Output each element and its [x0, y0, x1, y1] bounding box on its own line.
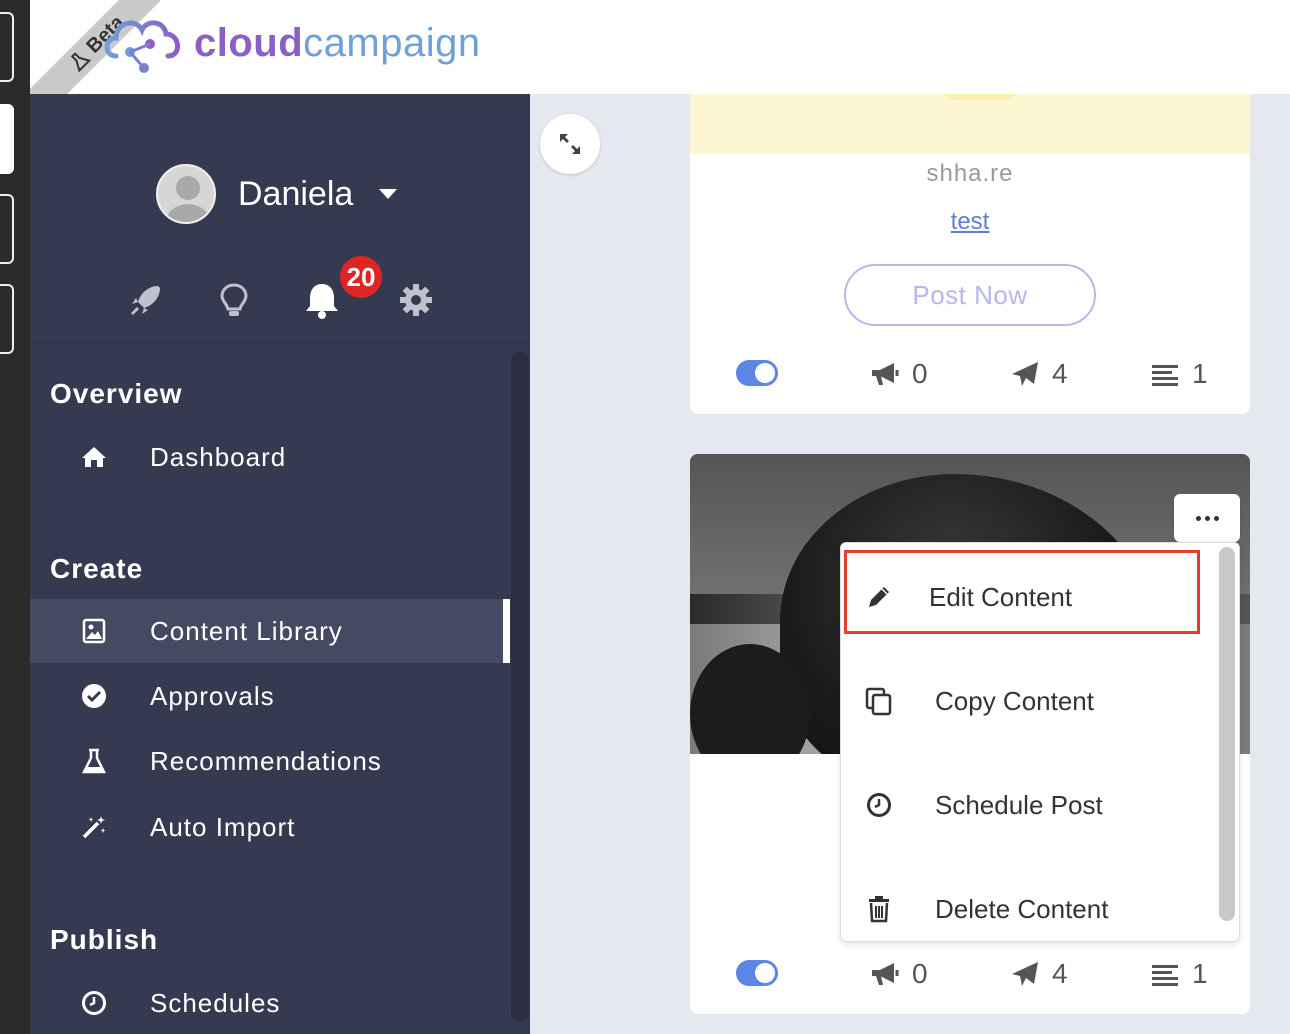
window-tab-active[interactable]	[0, 104, 14, 174]
lists-stat: 1	[1150, 954, 1208, 994]
pencil-icon	[863, 581, 895, 613]
campaigns-count: 0	[912, 958, 928, 989]
caret-down-icon	[379, 189, 398, 199]
menu-item-copy-content[interactable]: Copy Content	[841, 661, 1217, 741]
campaigns-stat: 0	[870, 354, 928, 394]
sidebar-item-label: Dashboard	[150, 441, 287, 472]
menu-item-label: Schedule Post	[935, 789, 1103, 820]
sidebar-item-recommendations[interactable]: Recommendations	[30, 729, 510, 793]
window-tab[interactable]	[0, 194, 14, 264]
enable-toggle[interactable]	[736, 960, 778, 986]
menu-item-delete-content[interactable]: Delete Content	[841, 869, 1217, 941]
image-icon	[80, 617, 108, 645]
os-window-strip	[0, 0, 30, 1034]
paper-plane-icon	[1012, 962, 1038, 986]
paper-plane-icon	[1012, 362, 1038, 386]
bullhorn-icon	[872, 963, 899, 985]
flask-icon	[80, 747, 108, 775]
gear-icon[interactable]	[396, 280, 436, 320]
sends-count: 4	[1052, 358, 1068, 389]
lists-count: 1	[1192, 358, 1208, 389]
section-title-create: Create	[50, 553, 144, 584]
content-link[interactable]: test	[690, 208, 1250, 236]
content-card: shha.re test Post Now 0 4 1	[690, 94, 1250, 414]
logo-text: cloudcampaign	[194, 21, 481, 66]
campaigns-count: 0	[912, 358, 928, 389]
enable-toggle[interactable]	[736, 360, 778, 386]
quick-icons-row: 20	[126, 256, 446, 332]
logo[interactable]: cloudcampaign	[102, 8, 481, 78]
check-circle-icon	[80, 682, 108, 710]
sidebar-item-schedules[interactable]: Schedules	[30, 971, 510, 1034]
campaigns-stat: 0	[870, 954, 928, 994]
menu-item-edit-content[interactable]: Edit Content	[841, 557, 1217, 637]
sends-count: 4	[1052, 958, 1068, 989]
content-options-menu: Edit Content Copy Content Schedule Post …	[840, 542, 1240, 942]
copy-icon	[863, 685, 895, 717]
sidebar-item-approvals[interactable]: Approvals	[30, 664, 510, 728]
post-now-button[interactable]: Post Now	[844, 264, 1096, 326]
lists-count: 1	[1192, 958, 1208, 989]
sidebar: Daniela 20 Overview Dashboard Create Con…	[30, 94, 530, 1034]
home-icon	[80, 443, 108, 471]
sidebar-item-dashboard[interactable]: Dashboard	[30, 425, 510, 489]
link-domain: shha.re	[926, 160, 1014, 187]
menu-item-label: Copy Content	[935, 685, 1094, 716]
sidebar-divider	[30, 342, 530, 343]
lists-stat: 1	[1150, 354, 1208, 394]
trash-icon	[863, 893, 895, 925]
menu-item-label: Delete Content	[935, 893, 1109, 924]
sidebar-item-label: Approvals	[150, 680, 275, 711]
menu-item-label: Edit Content	[929, 581, 1073, 612]
logo-text-campaign: campaign	[303, 20, 481, 65]
more-options-button[interactable]	[1174, 494, 1240, 542]
clock-icon	[863, 789, 895, 821]
notification-badge: 20	[340, 256, 382, 298]
card-stats-row: 0 4 1	[690, 354, 1250, 394]
lightbulb-icon[interactable]	[214, 280, 254, 320]
bullhorn-icon	[872, 363, 899, 385]
menu-scrollbar[interactable]	[1219, 547, 1235, 921]
menu-item-schedule-post[interactable]: Schedule Post	[841, 765, 1217, 845]
sidebar-item-content-library[interactable]: Content Library	[30, 599, 510, 663]
sends-stat: 4	[1010, 954, 1068, 994]
expand-icon	[560, 134, 580, 154]
top-header: Beta cloudcampaign	[30, 0, 1290, 94]
sidebar-item-label: Schedules	[150, 987, 281, 1018]
logo-text-cloud: cloud	[194, 20, 304, 65]
window-tab[interactable]	[0, 284, 14, 354]
list-lines-icon	[1152, 965, 1178, 986]
rocket-icon[interactable]	[126, 280, 166, 320]
sidebar-scrollbar[interactable]	[511, 352, 529, 1022]
clock-icon	[80, 989, 108, 1017]
user-name: Daniela	[238, 174, 354, 213]
section-title-overview: Overview	[50, 378, 183, 409]
avatar	[156, 164, 216, 224]
sidebar-item-label: Recommendations	[150, 745, 382, 776]
card-image	[690, 94, 1250, 154]
sidebar-item-label: Auto Import	[150, 811, 296, 842]
magic-wand-icon	[80, 813, 108, 841]
flask-icon	[71, 51, 92, 73]
section-title-publish: Publish	[50, 924, 159, 955]
user-menu[interactable]: Daniela	[156, 164, 398, 224]
expand-button[interactable]	[540, 114, 600, 174]
window-tab[interactable]	[0, 12, 14, 82]
card-stats-row: 0 4 1	[690, 954, 1250, 994]
sidebar-item-auto-import[interactable]: Auto Import	[30, 795, 510, 859]
list-lines-icon	[1152, 365, 1178, 386]
sidebar-item-label: Content Library	[150, 615, 343, 646]
cloud-logo-icon	[104, 20, 180, 73]
bell-icon[interactable]	[302, 280, 342, 320]
sends-stat: 4	[1010, 354, 1068, 394]
